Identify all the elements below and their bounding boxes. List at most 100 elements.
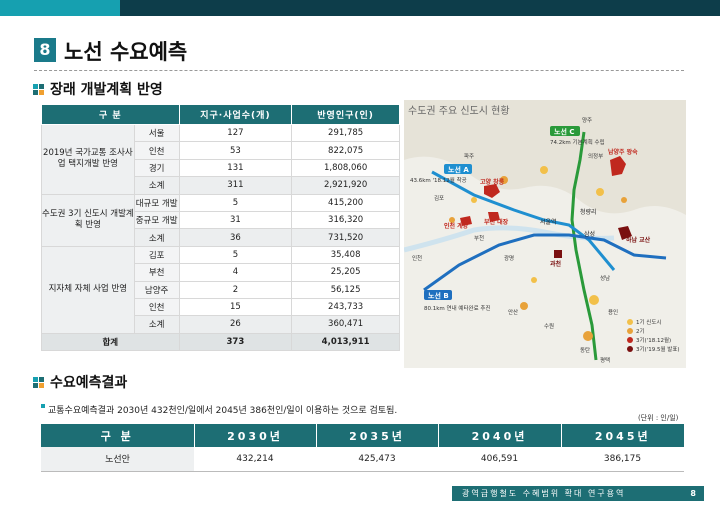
sub-label: 소계 (133, 176, 180, 195)
city-label: 양주 (582, 116, 592, 124)
value-cell: 425,473 (316, 447, 438, 472)
table-row: 수도권 3기 신도시 개발계획 반영 대규모 개발 5 415,200 (41, 193, 400, 247)
header-count: 지구·사업수(개) (178, 104, 293, 125)
section2-title: 수요예측결과 (50, 375, 128, 391)
table-header-row: 구 분 지구·사업수(개) 반영인구(인) (41, 104, 400, 125)
city-label: 청량리 (580, 208, 597, 216)
forecast-result-table: 구 분 2030년 2035년 2040년 2045년 노선안 432,214 … (41, 424, 684, 472)
city-label: 하남 교산 (626, 236, 651, 244)
city-label: 부천 (474, 234, 484, 242)
city-label: 남양주 왕숙 (608, 148, 638, 156)
count-cell: 26 (178, 315, 293, 334)
line-c-note: 74.2km 기본계획 수립 (550, 138, 605, 146)
new-town-map: 수도권 주요 신도시 현황 노선 C 74.2km 기본계획 수립 노선 A 4… (404, 100, 686, 368)
count-cell: 127 (178, 123, 293, 143)
city-label: 과천 (550, 260, 562, 268)
line-b-note: 80.1km 연내 예타완료 추진 (424, 304, 491, 312)
map-svg: 수도권 주요 신도시 현황 노선 C 74.2km 기본계획 수립 노선 A 4… (404, 100, 686, 368)
pop-cell: 243,733 (291, 297, 400, 317)
sub-label: 부천 (133, 263, 180, 282)
city-label: 수원 (544, 322, 554, 330)
value-cell: 406,591 (438, 447, 561, 472)
table-header-row: 구 분 2030년 2035년 2040년 2045년 (41, 424, 684, 447)
sub-label: 소계 (133, 228, 180, 247)
pop-cell: 2,921,920 (291, 176, 400, 195)
footer-text: 광역급행철도 수혜범위 확대 연구용역 (462, 489, 626, 498)
count-cell: 5 (178, 245, 293, 265)
sub-label: 김포 (133, 245, 180, 265)
header-population: 반영인구(인) (291, 104, 400, 125)
city-label: 의정부 (588, 153, 603, 160)
header-year: 2030년 (194, 424, 317, 447)
row-label: 노선안 (41, 447, 194, 472)
sub-label: 인천 (133, 141, 180, 160)
note-bullet-icon (41, 404, 45, 408)
count-cell: 4 (178, 263, 293, 282)
section-number-badge: 8 (34, 38, 56, 62)
total-label: 합계 (41, 332, 180, 352)
count-cell: 311 (178, 176, 293, 195)
pop-cell: 731,520 (291, 228, 400, 247)
city-label: 평택 (600, 357, 610, 364)
count-cell: 5 (178, 193, 293, 212)
city-label: 성남 (600, 274, 610, 282)
value-cell: 432,214 (194, 447, 316, 472)
legend-gen3a: 3기('18.12월) (636, 336, 671, 344)
city-label: 안산 (508, 308, 518, 316)
city-label: 서울역 (540, 218, 557, 226)
page-number: 8 (690, 489, 696, 498)
city-label: 동탄 (580, 346, 590, 354)
city-label: 삼성 (584, 230, 595, 238)
table-row: 노선안 432,214 425,473 406,591 386,175 (41, 447, 684, 472)
total-pop: 4,013,911 (291, 332, 400, 352)
section1-title: 장래 개발계획 반영 (50, 82, 163, 98)
count-cell: 15 (178, 297, 293, 317)
group-label: 수도권 3기 신도시 개발계획 반영 (41, 193, 135, 247)
pop-cell: 291,785 (291, 123, 400, 143)
pop-cell: 316,320 (291, 210, 400, 230)
legend-gen3b: 3기('19.5월 발표) (636, 345, 680, 353)
page-title: 노선 수요예측 (64, 40, 188, 64)
sub-label: 인천 (133, 297, 180, 317)
group-label: 지자체 자체 사업 반영 (41, 245, 135, 334)
header-category: 구 분 (41, 424, 195, 447)
total-count: 373 (178, 332, 293, 352)
city-label: 인천 계양 (444, 222, 469, 230)
count-cell: 131 (178, 158, 293, 178)
city-label: 광명 (504, 255, 514, 262)
value-cell: 386,175 (561, 447, 684, 472)
city-label: 용인 (608, 309, 618, 316)
section-bullet-icon (33, 377, 44, 388)
city-label: 부천 대장 (484, 218, 509, 226)
sub-label: 소계 (133, 315, 180, 334)
count-cell: 2 (178, 280, 293, 299)
table-row: 지자체 자체 사업 반영 김포 5 35,408 (41, 245, 400, 334)
pop-cell: 56,125 (291, 280, 400, 299)
pop-cell: 822,075 (291, 141, 400, 160)
map-title: 수도권 주요 신도시 현황 (408, 105, 510, 117)
top-bar (0, 0, 720, 16)
sub-label: 중규모 개발 (133, 210, 180, 230)
unit-label: (단위 : 인/일) (638, 414, 679, 422)
count-cell: 53 (178, 141, 293, 160)
footer-bar: 광역급행철도 수혜범위 확대 연구용역 8 (452, 486, 704, 501)
header-year: 2035년 (316, 424, 439, 447)
development-plan-table: 구 분 지구·사업수(개) 반영인구(인) 2019년 국가교통 조사사업 택지… (41, 104, 400, 352)
pop-cell: 360,471 (291, 315, 400, 334)
sub-label: 경기 (133, 158, 180, 178)
section-bullet-icon (33, 84, 44, 95)
line-a-note: 43.6km '18.12월 착공 (410, 176, 467, 184)
sub-label: 서울 (133, 123, 180, 143)
legend-gen1: 1기 신도시 (636, 318, 662, 326)
line-b-label: 노선 B (428, 291, 449, 300)
pop-cell: 25,205 (291, 263, 400, 282)
sub-label: 대규모 개발 (133, 193, 180, 212)
forecast-note: 교통수요예측결과 2030년 432천인/일에서 2045년 386천인/일이 … (48, 406, 398, 416)
city-label: 파주 (464, 152, 474, 160)
svg-text:수도권 주요 신도시 현황: 수도권 주요 신도시 현황 (408, 105, 510, 117)
top-bar-accent (0, 0, 120, 16)
city-label: 인천 (412, 254, 422, 262)
city-label: 고양 창릉 (480, 178, 505, 186)
sub-label: 남양주 (133, 280, 180, 299)
city-label: 김포 (434, 195, 444, 202)
